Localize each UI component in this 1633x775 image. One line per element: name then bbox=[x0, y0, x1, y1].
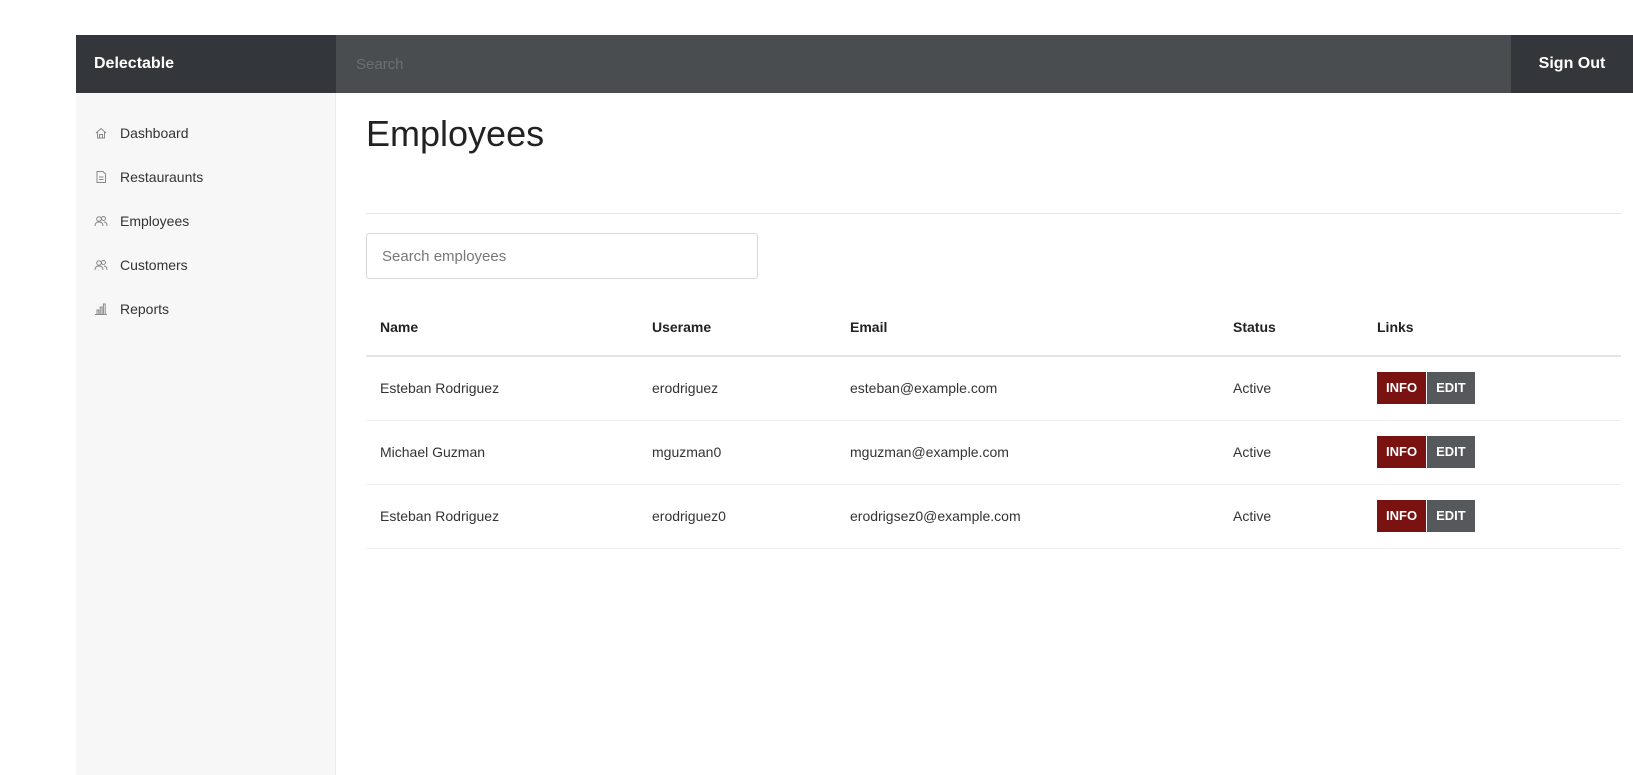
column-header-status[interactable]: Status bbox=[1219, 298, 1363, 357]
cell-username: erodriguez0 bbox=[638, 484, 836, 549]
sidebar-item-employees[interactable]: Employees bbox=[76, 199, 335, 243]
app-shell: Delectable Sign Out Dashboard Restauraun… bbox=[76, 35, 1633, 775]
table-row: Michael Guzman mguzman0 mguzman@example.… bbox=[366, 420, 1621, 485]
edit-button[interactable]: EDIT bbox=[1427, 436, 1475, 468]
cell-username: erodriguez bbox=[638, 356, 836, 421]
info-button[interactable]: INFO bbox=[1377, 500, 1427, 532]
main-content: Employees Name Userame Email Status Link… bbox=[336, 93, 1633, 775]
brand-logo[interactable]: Delectable bbox=[76, 35, 336, 93]
cell-name: Michael Guzman bbox=[366, 420, 638, 485]
home-icon bbox=[94, 126, 108, 140]
column-header-email[interactable]: Email bbox=[836, 298, 1219, 357]
sidebar-item-reports[interactable]: Reports bbox=[76, 287, 335, 331]
cell-username: mguzman0 bbox=[638, 420, 836, 485]
sidebar-item-label: Reports bbox=[120, 301, 170, 317]
edit-button[interactable]: EDIT bbox=[1427, 500, 1475, 532]
info-button[interactable]: INFO bbox=[1377, 436, 1427, 468]
info-button[interactable]: INFO bbox=[1377, 372, 1427, 405]
column-header-name[interactable]: Name bbox=[366, 298, 638, 357]
sidebar-item-restauraunts[interactable]: Restauraunts bbox=[76, 155, 335, 199]
edit-button[interactable]: EDIT bbox=[1427, 372, 1475, 405]
document-icon bbox=[94, 170, 108, 184]
employee-search-input[interactable] bbox=[366, 233, 758, 279]
cell-email: erodrigsez0@example.com bbox=[836, 484, 1219, 549]
cell-email: esteban@example.com bbox=[836, 356, 1219, 421]
table-row: Esteban Rodriguez erodriguez0 erodrigsez… bbox=[366, 484, 1621, 549]
sidebar-item-label: Employees bbox=[120, 213, 190, 229]
cell-links: INFO EDIT bbox=[1363, 484, 1621, 549]
sidebar-item-label: Restauraunts bbox=[120, 169, 204, 185]
users-icon bbox=[94, 258, 108, 272]
status-badge: Active bbox=[1219, 484, 1363, 549]
users-icon bbox=[94, 214, 108, 228]
cell-links: INFO EDIT bbox=[1363, 356, 1621, 421]
sidebar-item-dashboard[interactable]: Dashboard bbox=[76, 111, 335, 155]
sidebar-item-label: Customers bbox=[120, 257, 188, 273]
bar-chart-icon bbox=[94, 302, 108, 316]
status-badge: Active bbox=[1219, 356, 1363, 421]
table-row: Esteban Rodriguez erodriguez esteban@exa… bbox=[366, 356, 1621, 421]
table-header-row: Name Userame Email Status Links bbox=[366, 298, 1621, 357]
top-navbar: Delectable Sign Out bbox=[76, 35, 1633, 93]
cell-name: Esteban Rodriguez bbox=[366, 356, 638, 421]
status-badge: Active bbox=[1219, 420, 1363, 485]
sidebar-item-label: Dashboard bbox=[120, 125, 189, 141]
page-title: Employees bbox=[366, 113, 545, 154]
global-search-input[interactable] bbox=[336, 35, 1511, 93]
sidebar-item-customers[interactable]: Customers bbox=[76, 243, 335, 287]
cell-name: Esteban Rodriguez bbox=[366, 484, 638, 549]
employees-table: Name Userame Email Status Links Esteban … bbox=[366, 298, 1621, 549]
sign-out-button[interactable]: Sign Out bbox=[1511, 35, 1633, 93]
column-header-username[interactable]: Userame bbox=[638, 298, 836, 357]
cell-links: INFO EDIT bbox=[1363, 420, 1621, 485]
sidebar: Dashboard Restauraunts Employees Custome… bbox=[76, 93, 336, 775]
column-header-links: Links bbox=[1363, 298, 1621, 357]
cell-email: mguzman@example.com bbox=[836, 420, 1219, 485]
title-divider bbox=[366, 213, 1621, 214]
